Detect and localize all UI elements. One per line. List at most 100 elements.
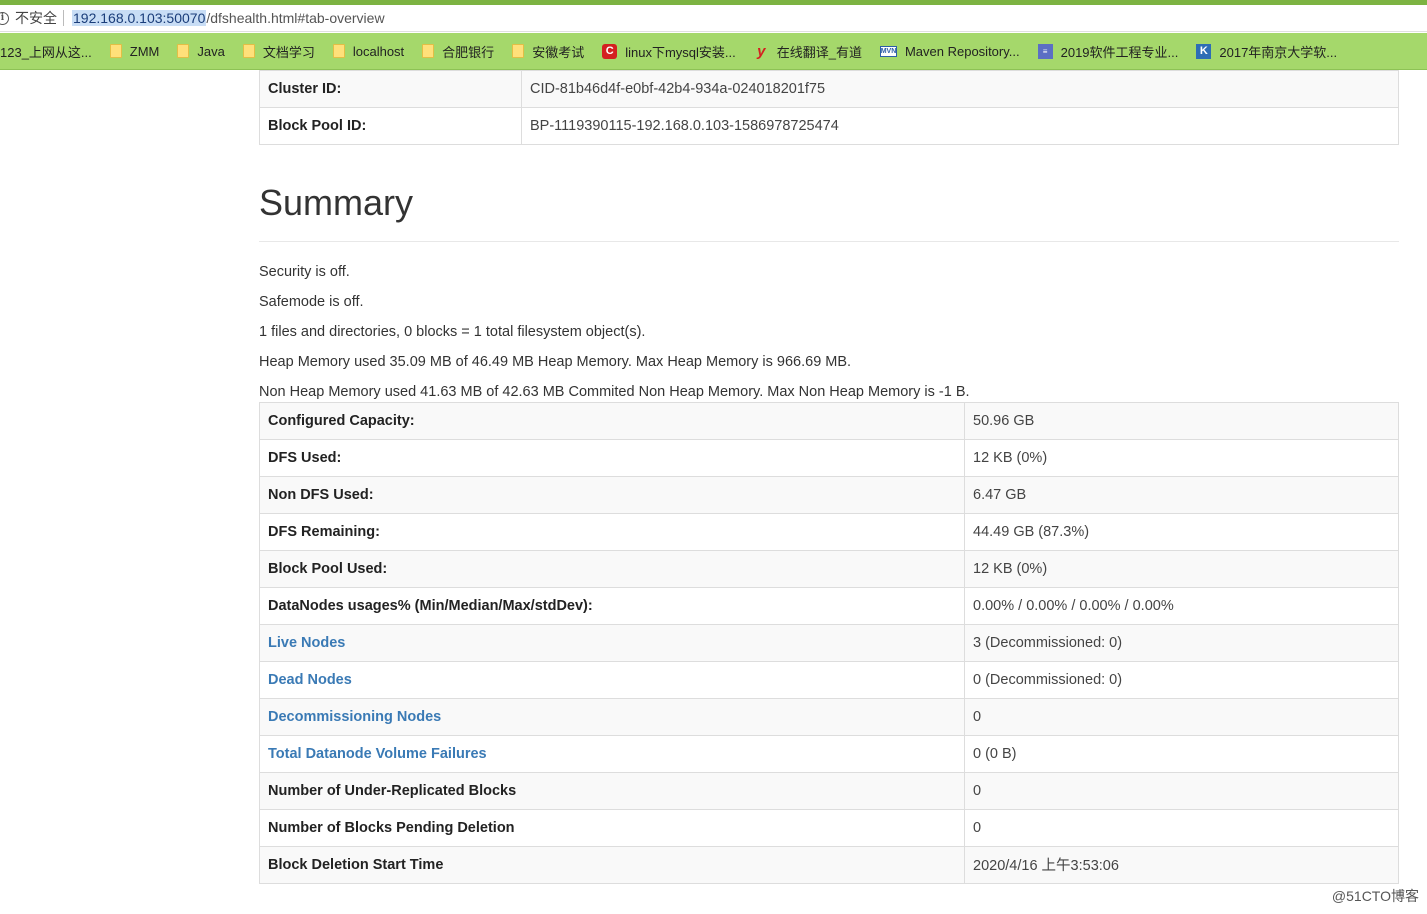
- url-path[interactable]: /dfshealth.html#tab-overview: [206, 10, 384, 26]
- summary-status-lines: Security is off. Safemode is off. 1 file…: [259, 262, 1399, 412]
- table-row: DFS Remaining: 44.49 GB (87.3%): [259, 512, 1399, 551]
- k-icon: K: [1196, 43, 1212, 59]
- table-key: DataNodes usages% (Min/Median/Max/stdDev…: [259, 586, 965, 625]
- table-row: Total Datanode Volume Failures 0 (0 B): [259, 734, 1399, 773]
- address-bar[interactable]: i 不安全 192.168.0.103:50070/dfshealth.html…: [0, 5, 1427, 32]
- table-row: Configured Capacity: 50.96 GB: [259, 401, 1399, 440]
- table-key: Block Deletion Start Time: [259, 845, 965, 884]
- bookmark-label: 2019软件工程专业...: [1060, 44, 1179, 60]
- bookmark-2019[interactable]: ≡ 2019软件工程专业...: [1037, 42, 1179, 61]
- table-key: Configured Capacity:: [259, 401, 965, 440]
- table-row: DataNodes usages% (Min/Median/Max/stdDev…: [259, 586, 1399, 625]
- table-value: 12 KB (0%): [964, 549, 1399, 588]
- watermark: @51CTO博客: [1331, 888, 1419, 904]
- url-host[interactable]: 192.168.0.103:50070: [72, 10, 207, 26]
- table-row: Block Pool ID: BP-1119390115-192.168.0.1…: [259, 107, 1399, 145]
- summary-table: Configured Capacity: 50.96 GB DFS Used: 12…: [259, 401, 1399, 884]
- bookmark-folder-exam[interactable]: 安徽考试: [512, 42, 584, 61]
- bookmark-item[interactable]: 123_上网从这...: [0, 42, 92, 61]
- table-value: 0.00% / 0.00% / 0.00% / 0.00%: [964, 586, 1399, 625]
- table-key: Live Nodes: [259, 623, 965, 662]
- safemode-status: Safemode is off.: [259, 293, 364, 310]
- folder-icon: [332, 44, 345, 58]
- bookmark-label: linux下mysql安装...: [625, 44, 736, 60]
- bookmark-label: 合肥银行: [442, 44, 495, 60]
- table-value: CID-81b46d4f-e0bf-42b4-934a-024018201f75: [521, 70, 1399, 108]
- volume-failures-link[interactable]: Total Datanode Volume Failures: [268, 746, 487, 762]
- table-row: Non DFS Used: 6.47 GB: [259, 475, 1399, 514]
- dead-nodes-link[interactable]: Dead Nodes: [268, 672, 352, 688]
- bookmark-label: Java: [197, 43, 225, 59]
- bookmark-label: 安徽考试: [532, 44, 585, 60]
- url-text[interactable]: 192.168.0.103:50070/dfshealth.html#tab-o…: [72, 10, 385, 26]
- bookmark-youdao[interactable]: y 在线翻译_有道: [754, 42, 862, 61]
- bookmark-folder-bank[interactable]: 合肥银行: [422, 42, 494, 61]
- table-value: 6.47 GB: [964, 475, 1399, 514]
- table-row: Block Deletion Start Time 2020/4/16 上午3:5…: [259, 845, 1399, 884]
- table-key: Block Pool Used:: [259, 549, 965, 588]
- table-key: DFS Used:: [259, 438, 965, 477]
- folder-icon: [109, 44, 122, 58]
- bookmark-label: ZMM: [129, 43, 160, 59]
- table-value: 0: [964, 697, 1399, 736]
- bookmark-2017[interactable]: K 2017年南京大学软...: [1196, 42, 1337, 61]
- filesystem-objects: 1 files and directories, 0 blocks = 1 to…: [259, 323, 646, 340]
- bookmark-label: Maven Repository...: [904, 43, 1020, 59]
- table-row: Number of Under-Replicated Blocks 0: [259, 771, 1399, 810]
- table-value: 0: [964, 808, 1399, 847]
- info-icon[interactable]: i: [0, 11, 9, 25]
- table-row: DFS Used: 12 KB (0%): [259, 438, 1399, 477]
- csdn-icon: C: [602, 43, 618, 59]
- table-value: 12 KB (0%): [964, 438, 1399, 477]
- table-value: 0 (Decommissioned: 0): [964, 660, 1399, 699]
- table-key: Number of Under-Replicated Blocks: [259, 771, 965, 810]
- table-key: Cluster ID:: [259, 70, 522, 108]
- bookmark-maven[interactable]: MVN Maven Repository...: [879, 43, 1020, 59]
- live-nodes-link[interactable]: Live Nodes: [268, 635, 345, 651]
- bookmark-label: localhost: [352, 43, 405, 59]
- table-row: Decommissioning Nodes 0: [259, 697, 1399, 736]
- bookmarks-bar: 123_上网从这... ZMM Java 文档学习 localhost 合肥银行…: [0, 33, 1427, 70]
- bookmark-folder-zmm[interactable]: ZMM: [109, 43, 160, 59]
- overview-content: Cluster ID: CID-81b46d4f-e0bf-42b4-934a-…: [259, 70, 1399, 884]
- bookmark-folder-java[interactable]: Java: [177, 43, 225, 59]
- insecure-label[interactable]: 不安全: [15, 8, 57, 28]
- folder-icon: [512, 44, 525, 58]
- table-key: Non DFS Used:: [259, 475, 965, 514]
- bookmark-folder-docs[interactable]: 文档学习: [242, 42, 315, 61]
- bookmark-folder-localhost[interactable]: localhost: [332, 43, 405, 59]
- table-row: Cluster ID: CID-81b46d4f-e0bf-42b4-934a-…: [259, 70, 1399, 108]
- folder-icon: [177, 44, 190, 58]
- table-value: BP-1119390115-192.168.0.103-158697872547…: [521, 107, 1399, 145]
- cluster-info-table: Cluster ID: CID-81b46d4f-e0bf-42b4-934a-…: [259, 70, 1399, 145]
- table-value: 0 (0 B): [964, 734, 1399, 773]
- address-divider: [63, 10, 64, 26]
- bookmark-label: 文档学习: [262, 44, 315, 60]
- bookmark-label: 在线翻译_有道: [776, 44, 862, 60]
- table-row: Dead Nodes 0 (Decommissioned: 0): [259, 660, 1399, 699]
- bookmark-label: 2017年南京大学软...: [1219, 44, 1338, 60]
- table-key: Decommissioning Nodes: [259, 697, 965, 736]
- document-icon: ≡: [1037, 43, 1053, 59]
- table-row: Number of Blocks Pending Deletion 0: [259, 808, 1399, 847]
- table-key: Dead Nodes: [259, 660, 965, 699]
- table-key: Number of Blocks Pending Deletion: [259, 808, 965, 847]
- decommissioning-nodes-link[interactable]: Decommissioning Nodes: [268, 709, 441, 725]
- table-row: Live Nodes 3 (Decommissioned: 0): [259, 623, 1399, 662]
- bookmark-label: 123_上网从这...: [0, 44, 92, 60]
- table-value: 3 (Decommissioned: 0): [964, 623, 1399, 662]
- table-key: Total Datanode Volume Failures: [259, 734, 965, 773]
- heap-memory: Heap Memory used 35.09 MB of 46.49 MB He…: [259, 353, 852, 370]
- bookmark-linux-mysql[interactable]: Clinux下mysql安装...: [602, 42, 736, 61]
- table-row: Block Pool Used: 12 KB (0%): [259, 549, 1399, 588]
- table-key: Block Pool ID:: [259, 107, 522, 145]
- table-value: 50.96 GB: [964, 401, 1399, 440]
- maven-icon: MVN: [879, 45, 897, 57]
- table-value: 44.49 GB (87.3%): [964, 512, 1399, 551]
- folder-icon: [242, 44, 255, 58]
- table-value: 2020/4/16 上午3:53:06: [964, 845, 1399, 884]
- table-key: DFS Remaining:: [259, 512, 965, 551]
- youdao-icon: y: [757, 42, 766, 60]
- table-value: 0: [964, 771, 1399, 810]
- folder-icon: [422, 44, 435, 58]
